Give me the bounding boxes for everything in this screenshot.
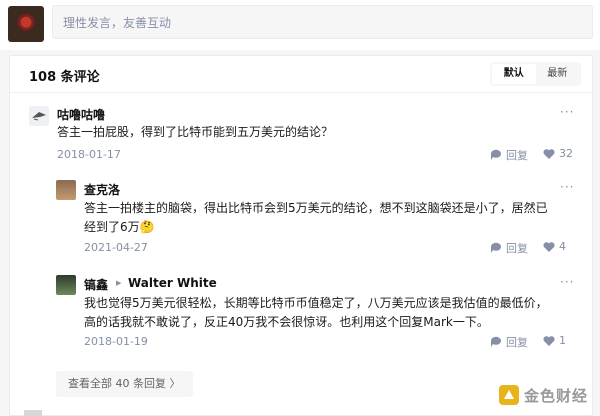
comment-item: 查克洛 ··· 答主一拍楼主的脑袋，得出比特币会到5万美元的结论，想不到这脑袋还… xyxy=(10,176,592,261)
heart-icon xyxy=(543,241,555,252)
comment-content-line: 经到了6万🤔 xyxy=(84,220,155,234)
reply-label: 回复 xyxy=(506,242,528,255)
reply-icon xyxy=(490,242,501,253)
reply-arrow-icon: ▶ xyxy=(116,279,122,287)
more-options-icon[interactable]: ··· xyxy=(560,105,574,119)
comment-input-placeholder: 理性发言，友善互动 xyxy=(63,16,172,30)
comment-content-line: 高的话我就不敢说了，反正40万我不会很惊讶。也利用这个回复Mark一下。 xyxy=(84,315,489,329)
avatar[interactable] xyxy=(56,180,76,200)
reply-label: 回复 xyxy=(506,149,528,162)
view-all-replies-button[interactable]: 查看全部 40 条回复 〉 xyxy=(56,371,193,397)
reply-to-user[interactable]: Walter White xyxy=(128,276,217,290)
comment-date: 2021-04-27 xyxy=(84,241,148,254)
reply-button[interactable]: 回复 xyxy=(490,334,528,350)
like-count: 32 xyxy=(559,147,573,160)
more-options-icon[interactable]: ··· xyxy=(560,180,574,194)
watermark-logo-icon xyxy=(498,385,519,405)
reply-icon xyxy=(490,149,501,160)
like-button[interactable]: 4 xyxy=(543,240,566,253)
watermark-text: 金色财经 xyxy=(523,386,588,405)
comment-date: 2018-01-19 xyxy=(84,335,148,348)
compose-row: 理性发言，友善互动 xyxy=(0,0,600,50)
like-count: 1 xyxy=(559,334,566,347)
reply-button[interactable]: 回复 xyxy=(490,240,528,256)
comment-content: 答主一拍屁股，得到了比特币能到五万美元的结论？ xyxy=(57,125,334,139)
watermark: 金色财经 xyxy=(498,384,588,406)
heart-icon xyxy=(543,335,555,346)
comment-content: 答主一拍楼主的脑袋，得出比特币会到5万美元的结论，想不到这脑袋还是小了，居然已 … xyxy=(84,199,589,237)
reply-label: 回复 xyxy=(506,336,528,349)
like-button[interactable]: 1 xyxy=(543,334,566,347)
comment-date: 2018-01-17 xyxy=(57,148,121,161)
avatar[interactable] xyxy=(24,410,42,416)
comment-item: 咕噜咕噜 ··· 答主一拍屁股，得到了比特币能到五万美元的结论？ 2018-01… xyxy=(10,56,592,176)
comment-author[interactable]: 镐鑫 xyxy=(84,276,108,293)
current-user-avatar[interactable] xyxy=(8,6,44,42)
reply-icon xyxy=(490,336,501,347)
comment-author[interactable]: 咕噜咕噜 xyxy=(57,106,105,123)
reply-button[interactable]: 回复 xyxy=(490,147,528,163)
bird-icon xyxy=(32,112,46,121)
avatar[interactable] xyxy=(29,106,49,126)
comment-content: 我也觉得5万美元很轻松，长期等比特币币值稳定了，八万美元应该是我估值的最低价， … xyxy=(84,294,589,332)
more-options-icon[interactable]: ··· xyxy=(560,275,574,289)
like-count: 4 xyxy=(559,240,566,253)
like-button[interactable]: 32 xyxy=(543,147,573,160)
comment-item: 镐鑫 ▶ Walter White ··· 我也觉得5万美元很轻松，长期等比特币… xyxy=(10,271,592,361)
comment-input[interactable]: 理性发言，友善互动 xyxy=(52,5,593,39)
comment-author[interactable]: 查克洛 xyxy=(84,181,120,198)
avatar[interactable] xyxy=(56,275,76,295)
comment-content-line: 答主一拍楼主的脑袋，得出比特币会到5万美元的结论，想不到这脑袋还是小了，居然已 xyxy=(84,201,548,215)
heart-icon xyxy=(543,148,555,159)
comments-card: 108 条评论 默认 最新 咕噜咕噜 ··· 答主一拍屁股，得到了比特币能到五万… xyxy=(9,55,593,416)
comment-content-line: 我也觉得5万美元很轻松，长期等比特币币值稳定了，八万美元应该是我估值的最低价， xyxy=(84,296,548,310)
